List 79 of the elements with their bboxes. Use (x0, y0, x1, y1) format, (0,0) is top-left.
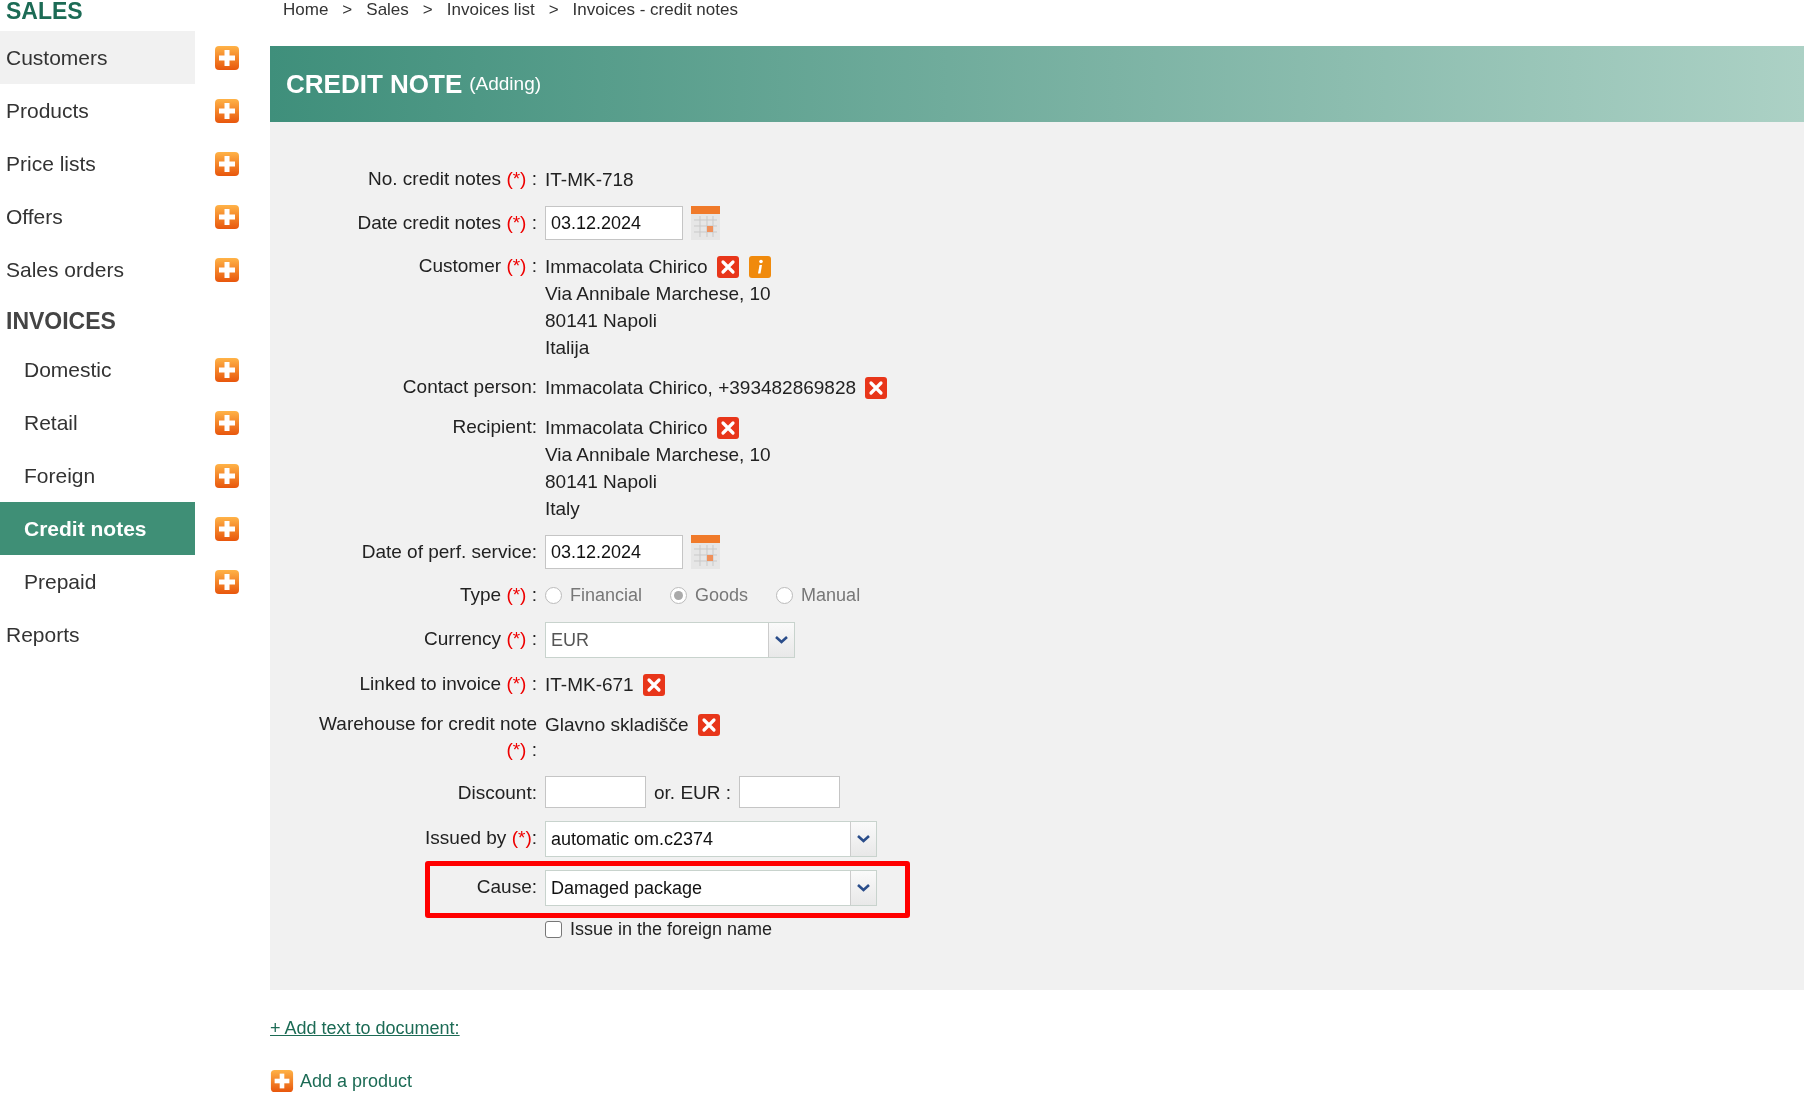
add-icon[interactable] (214, 568, 240, 595)
field-label: Recipient: (451, 415, 537, 439)
calendar-icon[interactable] (691, 206, 720, 240)
field-label: Date credit notes (*) : (356, 211, 537, 235)
sidebar-item[interactable]: Retail (0, 396, 195, 449)
breadcrumb-separator: > (342, 0, 353, 20)
field-value: Glavno skladišče (545, 713, 689, 737)
date-field[interactable]: 03.12.2024 (545, 535, 683, 569)
field-value: Immacolata Chirico (545, 255, 708, 279)
add-text-link[interactable]: + Add text to document: (270, 1018, 460, 1039)
chevron-down-icon (850, 822, 876, 856)
remove-icon[interactable] (715, 415, 740, 440)
select-field[interactable]: automatic om.c2374 (545, 821, 877, 857)
page-title: CREDIT NOTE (286, 68, 463, 100)
field-label: or. EUR : (654, 780, 732, 805)
remove-icon[interactable] (864, 375, 889, 400)
discount-field[interactable] (545, 776, 646, 808)
field-value: Immacolata Chirico (545, 416, 708, 440)
field-value: 80141 Napoli (545, 309, 657, 333)
field-value: 80141 Napoli (545, 470, 657, 494)
field-value: IT-MK-671 (545, 673, 634, 697)
sidebar-item[interactable]: Prepaid (0, 555, 195, 608)
field-label: Linked to invoice (*) : (358, 672, 537, 696)
sidebar-item[interactable]: Foreign (0, 449, 195, 502)
breadcrumb-link[interactable]: Sales (366, 0, 409, 20)
sidebar-item[interactable]: Offers (0, 190, 195, 243)
add-icon[interactable] (270, 1069, 294, 1093)
sidebar-heading: SALES (5, 0, 84, 26)
field-label: Discount: (456, 781, 537, 805)
chevron-down-icon (768, 623, 794, 657)
breadcrumb-link[interactable]: Invoices - credit notes (572, 0, 738, 20)
field-value: Via Annibale Marchese, 10 (545, 443, 771, 467)
field-value: IT-MK-718 (545, 168, 634, 192)
field-label: Warehouse for credit note (*) : (318, 712, 537, 762)
sidebar-item[interactable]: Sales orders (0, 243, 195, 296)
add-icon[interactable] (214, 409, 240, 436)
add-icon[interactable] (214, 356, 240, 383)
calendar-icon[interactable] (691, 535, 720, 569)
discount-amount-field[interactable] (739, 776, 841, 808)
remove-icon[interactable] (696, 712, 721, 737)
field-label: Type (*) : (458, 583, 537, 607)
sidebar-item[interactable]: Products (0, 84, 195, 137)
field-label: Cause: (475, 875, 537, 899)
field-value: Immacolata Chirico, +393482869828 (545, 376, 857, 400)
breadcrumb-link[interactable]: Home (283, 0, 329, 20)
date-field[interactable]: 03.12.2024 (545, 206, 683, 240)
select-field[interactable]: Damaged package (545, 870, 877, 906)
sidebar-item[interactable]: Customers (0, 31, 195, 84)
page-subtitle: (Adding) (469, 73, 542, 95)
field-label: Issued by (*): (424, 826, 537, 850)
field-label: Date of perf. service: (360, 540, 537, 564)
sidebar-item[interactable]: Reports (0, 608, 195, 661)
foreign-name-checkbox[interactable]: Issue in the foreign name (545, 919, 1804, 940)
add-icon[interactable] (214, 44, 240, 71)
field-label: Contact person: (401, 375, 537, 399)
add-icon[interactable] (214, 97, 240, 124)
sidebar-item[interactable]: Price lists (0, 137, 195, 190)
add-icon[interactable] (214, 462, 240, 489)
info-icon[interactable] (747, 254, 772, 279)
add-icon[interactable] (214, 515, 240, 542)
field-value: Via Annibale Marchese, 10 (545, 282, 771, 306)
breadcrumb-separator: > (548, 0, 559, 20)
remove-icon[interactable] (641, 672, 666, 697)
field-label: No. credit notes (*) : (367, 167, 537, 191)
chevron-down-icon (850, 871, 876, 905)
breadcrumb-separator: > (422, 0, 433, 20)
sidebar-heading: INVOICES (5, 307, 117, 336)
add-icon[interactable] (214, 203, 240, 230)
field-value: Italija (545, 336, 590, 360)
remove-icon[interactable] (715, 254, 740, 279)
sidebar-item[interactable]: Credit notes (0, 502, 195, 555)
field-value: Italy (545, 497, 580, 521)
add-icon[interactable] (214, 256, 240, 283)
add-product-link[interactable]: Add a product (270, 1069, 413, 1093)
sidebar-item[interactable]: Domestic (0, 343, 195, 396)
field-label: Customer (*) : (417, 254, 537, 278)
field-label: Currency (*) : (423, 627, 537, 651)
breadcrumb-link[interactable]: Invoices list (446, 0, 535, 20)
add-icon[interactable] (214, 150, 240, 177)
